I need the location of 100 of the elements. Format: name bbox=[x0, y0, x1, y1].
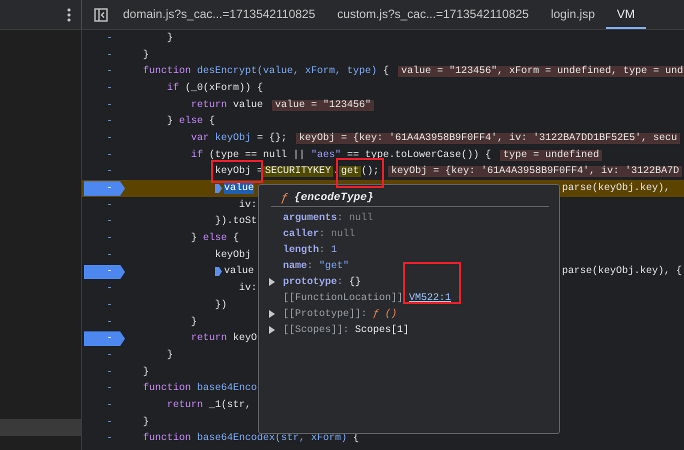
property-name: [[Scopes]] bbox=[283, 324, 344, 336]
line-gutter-mark: - bbox=[106, 150, 112, 161]
function-glyph: ƒ bbox=[281, 190, 288, 204]
property-colon: : bbox=[319, 228, 326, 240]
expand-triangle-icon[interactable] bbox=[269, 278, 275, 286]
code-text: "aes" bbox=[311, 150, 342, 161]
code-text: }) bbox=[215, 300, 228, 311]
code-text: return bbox=[191, 333, 228, 344]
code-text: function bbox=[143, 433, 192, 444]
code-text: { bbox=[383, 66, 390, 78]
expand-triangle-icon[interactable] bbox=[269, 310, 275, 318]
line-gutter-mark: - bbox=[106, 366, 112, 378]
property-colon: : bbox=[307, 260, 314, 272]
popover-title: {encodeType} bbox=[294, 192, 374, 204]
line-gutter-mark: - bbox=[106, 66, 112, 78]
code-text: desEncrypt(value, xForm, type) bbox=[197, 66, 378, 78]
property-colon: : bbox=[343, 324, 350, 336]
source-link[interactable]: VM522:1 bbox=[409, 292, 452, 304]
code-text: else bbox=[179, 116, 204, 128]
inline-value: keyObj = {key: '61A4A3958B9F0FF4', iv: '3122BA7D bbox=[388, 166, 682, 178]
code-text: parse(keyObj.key), bbox=[562, 183, 670, 194]
code-text: SECURITYKEY bbox=[263, 166, 334, 178]
sidebar-toggle-icon[interactable] bbox=[94, 8, 108, 22]
line-gutter-mark: - bbox=[106, 233, 112, 244]
property-colon: : bbox=[361, 308, 368, 320]
annotation-box bbox=[403, 262, 461, 304]
code-text: return bbox=[167, 400, 204, 411]
expand-triangle-icon[interactable] bbox=[269, 326, 275, 334]
line-gutter-mark: - bbox=[106, 300, 112, 311]
property-value: Scopes[1] bbox=[355, 324, 410, 336]
code-text: = {}; bbox=[257, 132, 288, 144]
line-gutter-mark: - bbox=[106, 183, 112, 194]
code-text: keyObj bbox=[215, 250, 252, 261]
property-name: prototype bbox=[283, 276, 338, 288]
code-text: { bbox=[233, 233, 240, 244]
line-gutter-mark: - bbox=[106, 132, 112, 144]
property-colon: : bbox=[337, 212, 344, 224]
property-name: [[Prototype]] bbox=[283, 308, 362, 320]
code-text: } bbox=[167, 116, 174, 128]
line-gutter-mark: - bbox=[106, 82, 112, 94]
code-text: keyObj bbox=[215, 132, 252, 144]
code-text: (_0(xForm)) { bbox=[185, 82, 264, 94]
code-text: } bbox=[191, 233, 198, 244]
breakpoint-marker[interactable] bbox=[84, 331, 125, 346]
property-name: caller bbox=[283, 228, 320, 240]
property-colon: : bbox=[319, 244, 326, 256]
inline-value: value = "123456" bbox=[272, 100, 374, 111]
line-gutter-mark: - bbox=[106, 100, 112, 111]
line-gutter-mark: - bbox=[106, 32, 112, 44]
breakpoint-marker[interactable] bbox=[84, 181, 125, 196]
line-gutter-mark: - bbox=[106, 350, 112, 361]
code-text: } bbox=[167, 32, 174, 44]
file-tab[interactable]: VM bbox=[606, 0, 646, 29]
line-gutter-mark: - bbox=[106, 200, 112, 211]
code-text: keyO bbox=[233, 333, 258, 344]
inline-value: type = undefined bbox=[500, 150, 602, 161]
code-text: (type == null || bbox=[209, 150, 306, 161]
line-gutter-mark: - bbox=[106, 166, 112, 178]
code-text: if bbox=[167, 82, 180, 94]
property-value: null bbox=[349, 212, 374, 224]
line-gutter-mark: - bbox=[106, 266, 112, 278]
code-text: function bbox=[143, 383, 192, 394]
property-value: ƒ () bbox=[373, 308, 398, 320]
code-text: get bbox=[339, 166, 362, 178]
code-text: parse(keyObj.key), { bbox=[562, 266, 682, 278]
code-text: (); bbox=[361, 166, 380, 178]
code-text: == type.toLowerCase()) { bbox=[347, 150, 492, 161]
code-text: value bbox=[233, 100, 264, 111]
line-gutter-mark: - bbox=[106, 116, 112, 128]
line-gutter-mark: - bbox=[106, 400, 112, 411]
file-tab[interactable]: login.jsp bbox=[540, 0, 606, 29]
line-gutter-mark: - bbox=[106, 216, 112, 228]
code-text: value bbox=[224, 183, 254, 194]
code-text: var bbox=[191, 132, 210, 144]
code-text: else bbox=[203, 233, 228, 244]
line-gutter-mark: - bbox=[106, 50, 112, 61]
code-text: } bbox=[191, 316, 198, 328]
code-text: { bbox=[209, 116, 216, 128]
property-name: [[FunctionLocation]] bbox=[283, 292, 404, 304]
code-text: iv: bbox=[239, 283, 258, 294]
code-text: function bbox=[143, 66, 192, 78]
line-gutter-mark: - bbox=[106, 283, 112, 294]
line-gutter-mark: - bbox=[106, 333, 112, 344]
annotation-box bbox=[211, 160, 263, 183]
code-text: } bbox=[143, 50, 150, 61]
file-tab[interactable]: domain.js?s_cac...=1713542110825 bbox=[112, 0, 326, 29]
line-gutter-mark: - bbox=[106, 316, 112, 328]
property-name: length bbox=[283, 244, 320, 256]
property-value: {} bbox=[349, 276, 362, 288]
step-marker-icon[interactable] bbox=[215, 267, 222, 276]
inline-value: value = "123456", xForm = undefined, type = und bbox=[398, 66, 684, 78]
step-marker-icon[interactable] bbox=[215, 184, 222, 194]
code-text: } bbox=[143, 416, 150, 428]
breakpoint-marker[interactable] bbox=[84, 264, 125, 280]
file-tab[interactable]: custom.js?s_cac...=1713542110825 bbox=[326, 0, 540, 29]
code-text: return bbox=[191, 100, 228, 111]
code-text: }).toSt bbox=[215, 216, 258, 228]
annotation-box bbox=[336, 158, 384, 188]
more-icon[interactable] bbox=[67, 8, 71, 22]
property-name: arguments bbox=[283, 212, 338, 224]
